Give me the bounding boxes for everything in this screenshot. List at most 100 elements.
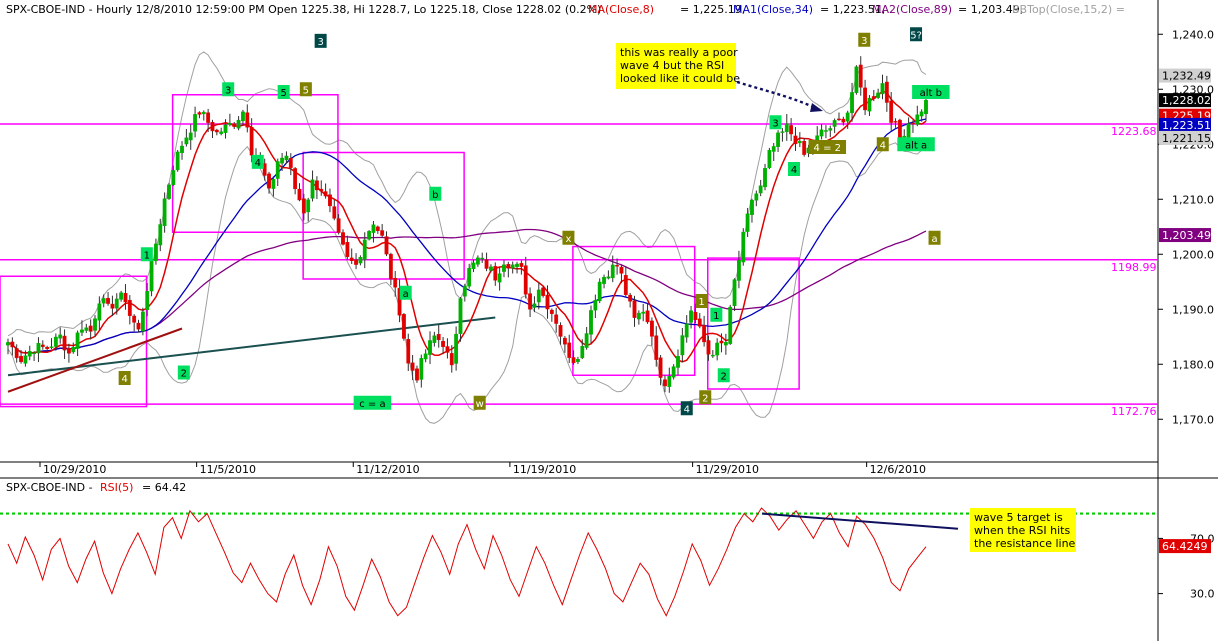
candle-body-171 [750,200,754,215]
price-tag-label-0: 1,232.49 [1162,70,1211,83]
note-wave4-line-1: wave 4 but the RSI [620,59,724,72]
date-label-0: 10/29/2010 [43,463,106,476]
candle-body-77 [341,232,345,245]
candle-body-169 [741,231,746,263]
candle-body-37 [167,184,171,199]
candle-body-158 [693,311,698,320]
candle-body-131 [576,359,580,362]
candle-body-142 [623,274,628,295]
candle-body-121 [532,303,537,308]
candle-body-74 [328,194,332,207]
wave-label-17: 2 [721,371,727,382]
date-label-4: 11/29/2010 [696,463,759,476]
candle-body-1 [10,341,15,348]
candle-body-204 [893,121,898,123]
wave-label-10: c = a [359,399,385,410]
candle-body-91 [402,314,406,339]
candle-body-52 [232,123,237,127]
candle-body-126 [554,314,559,324]
candle-body-168 [737,260,741,281]
header-ma34: MA1(Close,34) [733,3,813,16]
header-bb: BBTop(Close,15,2) = [1012,3,1125,16]
candle-body-97 [428,340,432,355]
candle-body-75 [332,206,337,219]
wave-label-7: 4 [255,158,261,169]
candle-body-93 [410,362,415,371]
candle-body-7 [36,342,41,354]
candle-body-136 [597,281,602,302]
candle-body-19 [88,325,93,332]
candle-body-79 [349,257,354,262]
candle-body-45 [201,111,206,115]
rsi-line [7,507,927,617]
candle-body-162 [710,354,715,357]
candle-body-32 [145,291,150,311]
candle-body-160 [702,324,707,343]
candle-body-31 [140,311,145,332]
candle-body-84 [371,224,376,233]
candle-body-128 [562,337,567,345]
price-tick-label-7: 1,170.0 [1172,413,1214,426]
candle-body-116 [510,264,515,269]
candle-body-33 [149,259,154,292]
candle-body-104 [458,298,463,334]
candle-body-41 [184,137,189,145]
candle-body-34 [154,243,158,262]
candle-body-205 [897,119,902,139]
candle-body-22 [101,298,106,304]
candle-body-47 [210,121,215,132]
candle-body-100 [441,340,445,347]
candle-body-148 [650,320,654,337]
header-ma89: MA2(Close,89) [872,3,952,16]
candle-body-125 [549,309,554,314]
rsi-value-tag-label: 64.4249 [1162,540,1208,553]
candle-body-16 [75,332,80,349]
candle-body-39 [175,151,180,171]
candle-body-28 [127,299,132,316]
wave-label-18: 3 [772,118,778,129]
rsi-header-value: = 64.42 [142,481,186,494]
price-panel: 1223.68 1198.99 1172.76 [0,51,1158,424]
candle-body-50 [223,124,228,133]
rsi-resistance-line [761,512,959,530]
candle-body-122 [536,289,541,303]
candle-body-0 [6,342,10,346]
candle-body-120 [528,293,532,310]
candle-body-176 [771,146,776,152]
candle-body-153 [671,366,676,378]
note-rsi-line-1: when the RSI hits [974,524,1070,537]
candle-body-12 [58,334,63,339]
candle-body-154 [676,355,680,368]
candle-body-139 [610,264,615,279]
wave-label-15: 4 [684,404,690,415]
candle-body-2 [14,348,19,359]
candle-body-129 [567,342,572,358]
candle-body-68 [301,198,306,214]
candle-body-196 [858,64,863,88]
candle-body-210 [919,111,924,117]
candle-body-146 [641,311,646,314]
candle-body-108 [475,257,480,265]
candle-body-43 [193,114,197,132]
candle-body-133 [584,333,589,348]
candle-body-152 [667,376,672,387]
price-tag-label-4: 1,221.15 [1162,132,1211,145]
header-ma8: MA(Close,8) [588,3,654,16]
wave-label-12: x [565,234,571,245]
candle-body-119 [523,265,528,295]
candle-body-14 [67,347,71,354]
wave-label-16: 1 [713,311,719,322]
candle-body-4 [23,355,28,364]
price-tick-label-5: 1,190.0 [1172,303,1214,316]
candle-body-51 [227,122,232,125]
date-label-3: 11/19/2010 [513,463,576,476]
candle-body-95 [419,358,424,380]
wave-label-2: 4 [121,374,127,385]
candle-body-10 [49,346,54,349]
candle-body-69 [306,199,311,213]
rsi-tick-label-1: 30.0 [1190,588,1215,601]
bollinger-bottom-line [7,142,927,424]
candle-body-21 [97,303,102,321]
candle-body-106 [467,268,472,287]
candle-body-195 [854,66,859,93]
